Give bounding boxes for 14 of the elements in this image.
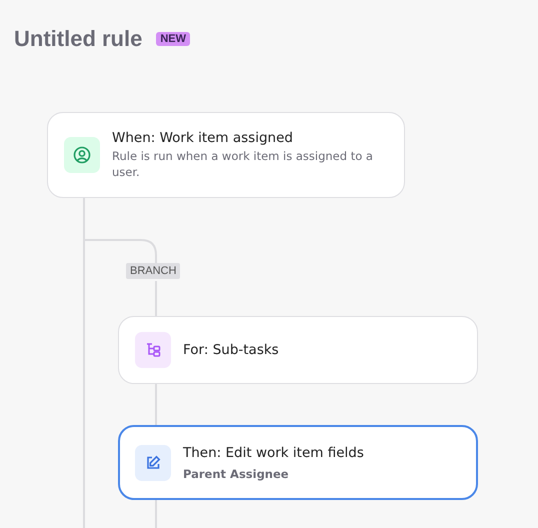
for-title: For: Sub-tasks: [183, 342, 279, 358]
action-subtitle: Parent Assignee: [183, 466, 290, 480]
branch-label: BRANCH: [126, 263, 180, 279]
for-card[interactable]: For: Sub-tasks: [118, 316, 478, 384]
user-icon: [64, 137, 100, 173]
trigger-card[interactable]: When: Work item assigned Rule is run when a work item is assigned to a user.: [47, 112, 405, 198]
action-title: Then: Edit work item fields: [183, 444, 364, 460]
rule-title: Untitled rule: [14, 26, 142, 52]
new-badge: NEW: [156, 32, 190, 46]
hierarchy-icon: [135, 332, 171, 368]
trigger-description: Rule is run when a work item is assigned to a user.: [112, 148, 374, 180]
edit-icon: [135, 444, 171, 480]
action-card[interactable]: Then: Edit work item fields Parent Assignee: [118, 425, 478, 500]
trigger-title: When: Work item assigned: [112, 130, 294, 146]
